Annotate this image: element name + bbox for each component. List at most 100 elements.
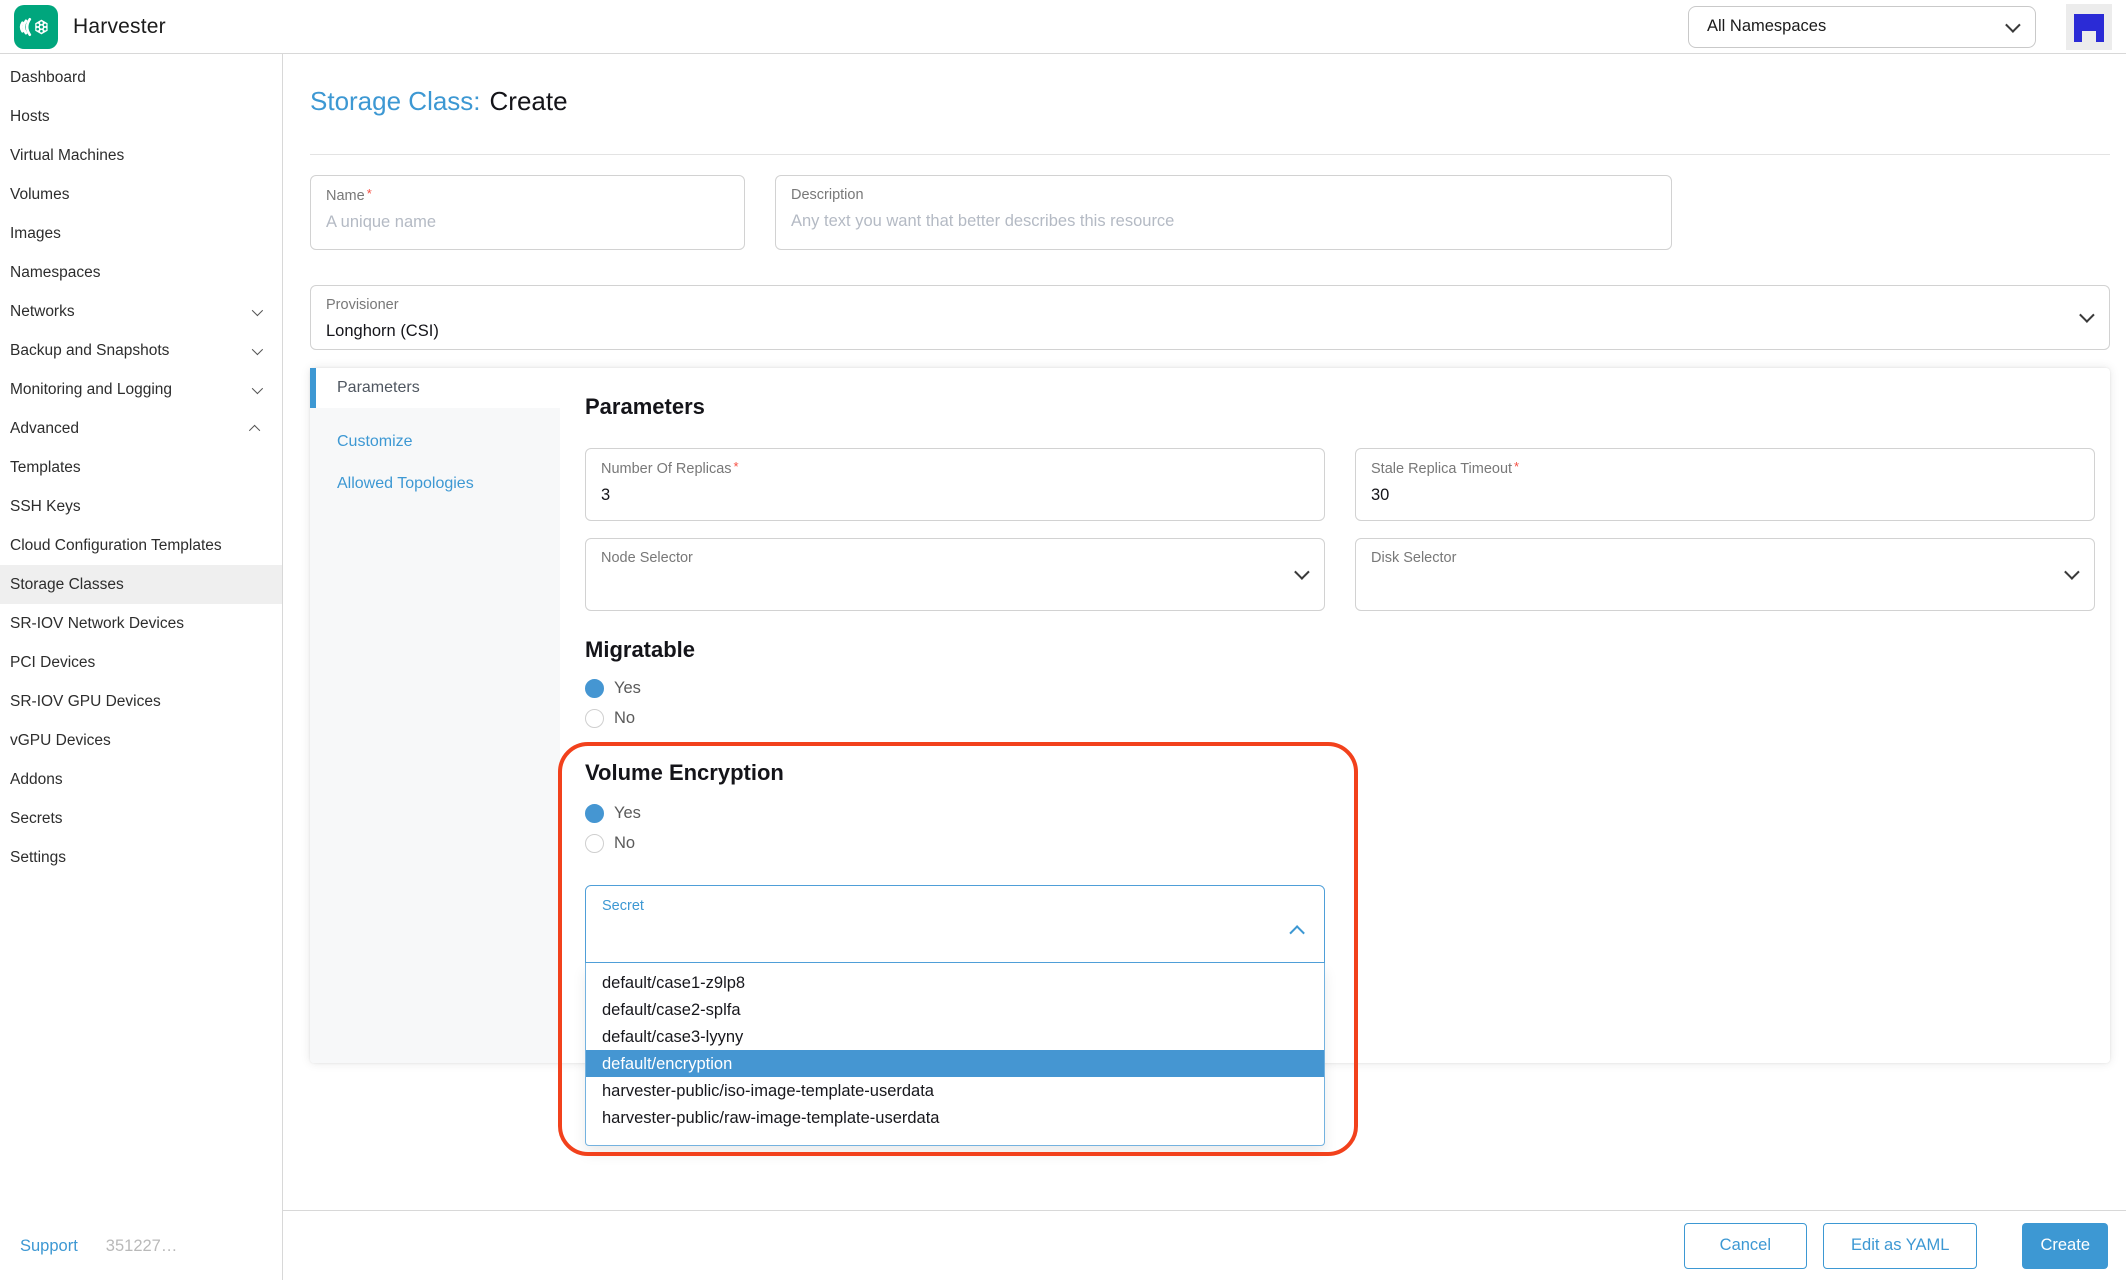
secret-option-label: default/case3-lyyny — [602, 1028, 743, 1046]
sidebar-item-label: Monitoring and Logging — [10, 379, 172, 401]
chevron-down-icon — [252, 343, 263, 354]
description-label: Description — [791, 187, 1656, 204]
node-selector-label: Node Selector — [601, 550, 1309, 567]
secret-option[interactable]: default/case1-z9lp8 — [586, 969, 1324, 996]
version-label: 351227… — [106, 1237, 178, 1256]
secret-option-label: default/case1-z9lp8 — [602, 974, 745, 992]
secret-option-list: default/case1-z9lp8 default/case2-splfa … — [585, 963, 1325, 1146]
migratable-radio-option[interactable]: Yes — [585, 673, 641, 703]
sidebar-item[interactable]: Namespaces — [0, 253, 282, 292]
radio-label: No — [614, 834, 635, 853]
secret-option[interactable]: harvester-public/iso-image-template-user… — [586, 1077, 1324, 1104]
sidebar-item-label: vGPU Devices — [10, 730, 111, 752]
sidebar-item[interactable]: Virtual Machines — [0, 136, 282, 175]
sidebar-item[interactable]: Images — [0, 214, 282, 253]
name-input[interactable]: Name* A unique name — [310, 175, 745, 250]
required-asterisk: * — [734, 459, 739, 474]
secret-option[interactable]: default/case2-splfa — [586, 996, 1324, 1023]
required-asterisk: * — [1514, 459, 1519, 474]
title-divider — [310, 154, 2110, 155]
page-title-resource: Storage Class: — [310, 86, 481, 116]
sidebar-item[interactable]: Networks — [0, 292, 282, 331]
secret-label: Secret — [602, 898, 1308, 914]
chevron-up-icon — [1289, 925, 1305, 941]
namespace-filter-select[interactable]: All Namespaces — [1688, 6, 2036, 48]
radio-button-icon[interactable] — [585, 834, 604, 853]
harvester-app: Harvester All Namespaces Dashboard — [0, 0, 2126, 1280]
sidebar-item-label: Settings — [10, 847, 66, 869]
sidebar-item-label: Addons — [10, 769, 63, 791]
storage-class-form-card: Parameters Customize Allowed Topologies — [310, 368, 2110, 1063]
sidebar-item-label: Hosts — [10, 106, 50, 128]
action-footer: Cancel Edit as YAML Create — [283, 1210, 2126, 1280]
secret-option-label: default/encryption — [602, 1055, 732, 1073]
sidebar-item[interactable]: Volumes — [0, 175, 282, 214]
sidebar-item-label: SR-IOV GPU Devices — [10, 691, 161, 713]
sidebar-item[interactable]: Settings — [0, 838, 282, 877]
sidebar-item-label: Secrets — [10, 808, 63, 830]
sidebar-item[interactable]: Cloud Configuration Templates — [0, 526, 282, 565]
secret-option[interactable]: default/encryption — [586, 1050, 1324, 1077]
description-input[interactable]: Description Any text you want that bette… — [775, 175, 1672, 250]
tab-label: Customize — [337, 433, 413, 450]
radio-button-icon[interactable] — [585, 804, 604, 823]
stale-timeout-label: Stale Replica Timeout* — [1371, 460, 2079, 478]
radio-button-icon[interactable] — [585, 709, 604, 728]
replicas-label: Number Of Replicas* — [601, 460, 1309, 478]
sidebar-item-label: Networks — [10, 301, 75, 323]
tab-item[interactable]: Parameters — [310, 368, 560, 408]
sidebar-item[interactable]: SR-IOV GPU Devices — [0, 682, 282, 721]
create-button[interactable]: Create — [2022, 1223, 2108, 1269]
page-title-action: Create — [490, 86, 568, 116]
sidebar-item[interactable]: Addons — [0, 760, 282, 799]
sidebar-item-label: Volumes — [10, 184, 69, 206]
description-placeholder: Any text you want that better describes … — [791, 212, 1656, 231]
volume-encryption-radio-option[interactable]: No — [585, 828, 635, 858]
number-of-replicas-input[interactable]: Number Of Replicas* 3 — [585, 448, 1325, 521]
sidebar-item[interactable]: Secrets — [0, 799, 282, 838]
sidebar-item-label: Advanced — [10, 418, 79, 440]
sidebar-item-label: Virtual Machines — [10, 145, 124, 167]
volume-encryption-radio-option[interactable]: Yes — [585, 798, 641, 828]
user-avatar[interactable] — [2066, 4, 2112, 50]
disk-selector-select[interactable]: Disk Selector — [1355, 538, 2095, 611]
node-selector-select[interactable]: Node Selector — [585, 538, 1325, 611]
radio-button-icon[interactable] — [585, 679, 604, 698]
main-content: Storage Class: Create Name* A unique nam… — [283, 54, 2126, 1210]
radio-label: Yes — [614, 804, 641, 823]
sidebar-item[interactable]: Backup and Snapshots — [0, 331, 282, 370]
sidebar-item[interactable]: Templates — [0, 448, 282, 487]
support-link[interactable]: Support — [20, 1237, 78, 1256]
avatar-shape — [2096, 30, 2104, 42]
chevron-down-icon — [2005, 17, 2021, 33]
secret-select-control[interactable]: Secret — [585, 885, 1325, 963]
stale-replica-timeout-input[interactable]: Stale Replica Timeout* 30 — [1355, 448, 2095, 521]
tab-item[interactable]: Allowed Topologies — [310, 463, 560, 505]
sidebar-item-label: Cloud Configuration Templates — [10, 535, 222, 557]
sidebar-item[interactable]: Dashboard — [0, 58, 282, 97]
sidebar-item[interactable]: SSH Keys — [0, 487, 282, 526]
sidebar-item[interactable]: PCI Devices — [0, 643, 282, 682]
volume-encryption-heading: Volume Encryption — [585, 760, 2095, 786]
sidebar-item[interactable]: Monitoring and Logging — [0, 370, 282, 409]
parameters-heading: Parameters — [585, 394, 2095, 420]
tab-item[interactable]: Customize — [310, 421, 560, 463]
secret-dropdown: Secret default/case1-z9lp8 — [585, 885, 1325, 1146]
secret-option[interactable]: default/case3-lyyny — [586, 1023, 1324, 1050]
chevron-up-icon — [249, 424, 260, 435]
provisioner-value: Longhorn (CSI) — [326, 322, 2094, 341]
namespace-filter-value: All Namespaces — [1707, 17, 1826, 36]
secret-option[interactable]: harvester-public/raw-image-template-user… — [586, 1104, 1324, 1131]
edit-as-yaml-button[interactable]: Edit as YAML — [1823, 1223, 1977, 1269]
stale-timeout-value: 30 — [1371, 486, 2079, 505]
sidebar-item[interactable]: Advanced — [0, 409, 282, 448]
sidebar-item[interactable]: SR-IOV Network Devices — [0, 604, 282, 643]
migratable-radio-option[interactable]: No — [585, 703, 635, 733]
sidebar-item[interactable]: Storage Classes — [0, 565, 282, 604]
sidebar-item[interactable]: vGPU Devices — [0, 721, 282, 760]
sidebar-item[interactable]: Hosts — [0, 97, 282, 136]
name-label: Name* — [326, 187, 729, 205]
sidebar-item-label: Namespaces — [10, 262, 100, 284]
cancel-button[interactable]: Cancel — [1684, 1223, 1807, 1269]
provisioner-select[interactable]: Provisioner Longhorn (CSI) — [310, 285, 2110, 350]
